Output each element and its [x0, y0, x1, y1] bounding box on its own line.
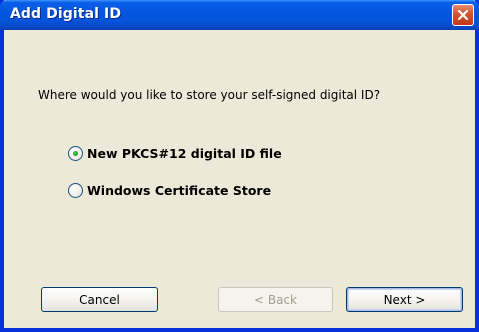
- close-button[interactable]: [452, 4, 474, 26]
- radio-button[interactable]: [68, 183, 83, 198]
- add-digital-id-dialog: Add Digital ID Where would you like to s…: [0, 0, 479, 332]
- dialog-body: Where would you like to store your self-…: [4, 30, 475, 328]
- next-button[interactable]: Next >: [346, 287, 463, 312]
- radio-button-selected[interactable]: [68, 146, 83, 161]
- cancel-button[interactable]: Cancel: [41, 287, 158, 312]
- window-title: Add Digital ID: [10, 6, 122, 22]
- option-label[interactable]: Windows Certificate Store: [87, 183, 271, 198]
- close-icon: [457, 9, 469, 21]
- question-text: Where would you like to store your self-…: [38, 88, 381, 102]
- radio-dot: [73, 151, 78, 156]
- option-label[interactable]: New PKCS#12 digital ID file: [87, 146, 282, 161]
- title-bar[interactable]: Add Digital ID: [0, 0, 479, 30]
- back-button: < Back: [218, 287, 333, 312]
- option-pkcs12-file[interactable]: New PKCS#12 digital ID file: [68, 146, 282, 161]
- option-windows-certificate-store[interactable]: Windows Certificate Store: [68, 183, 271, 198]
